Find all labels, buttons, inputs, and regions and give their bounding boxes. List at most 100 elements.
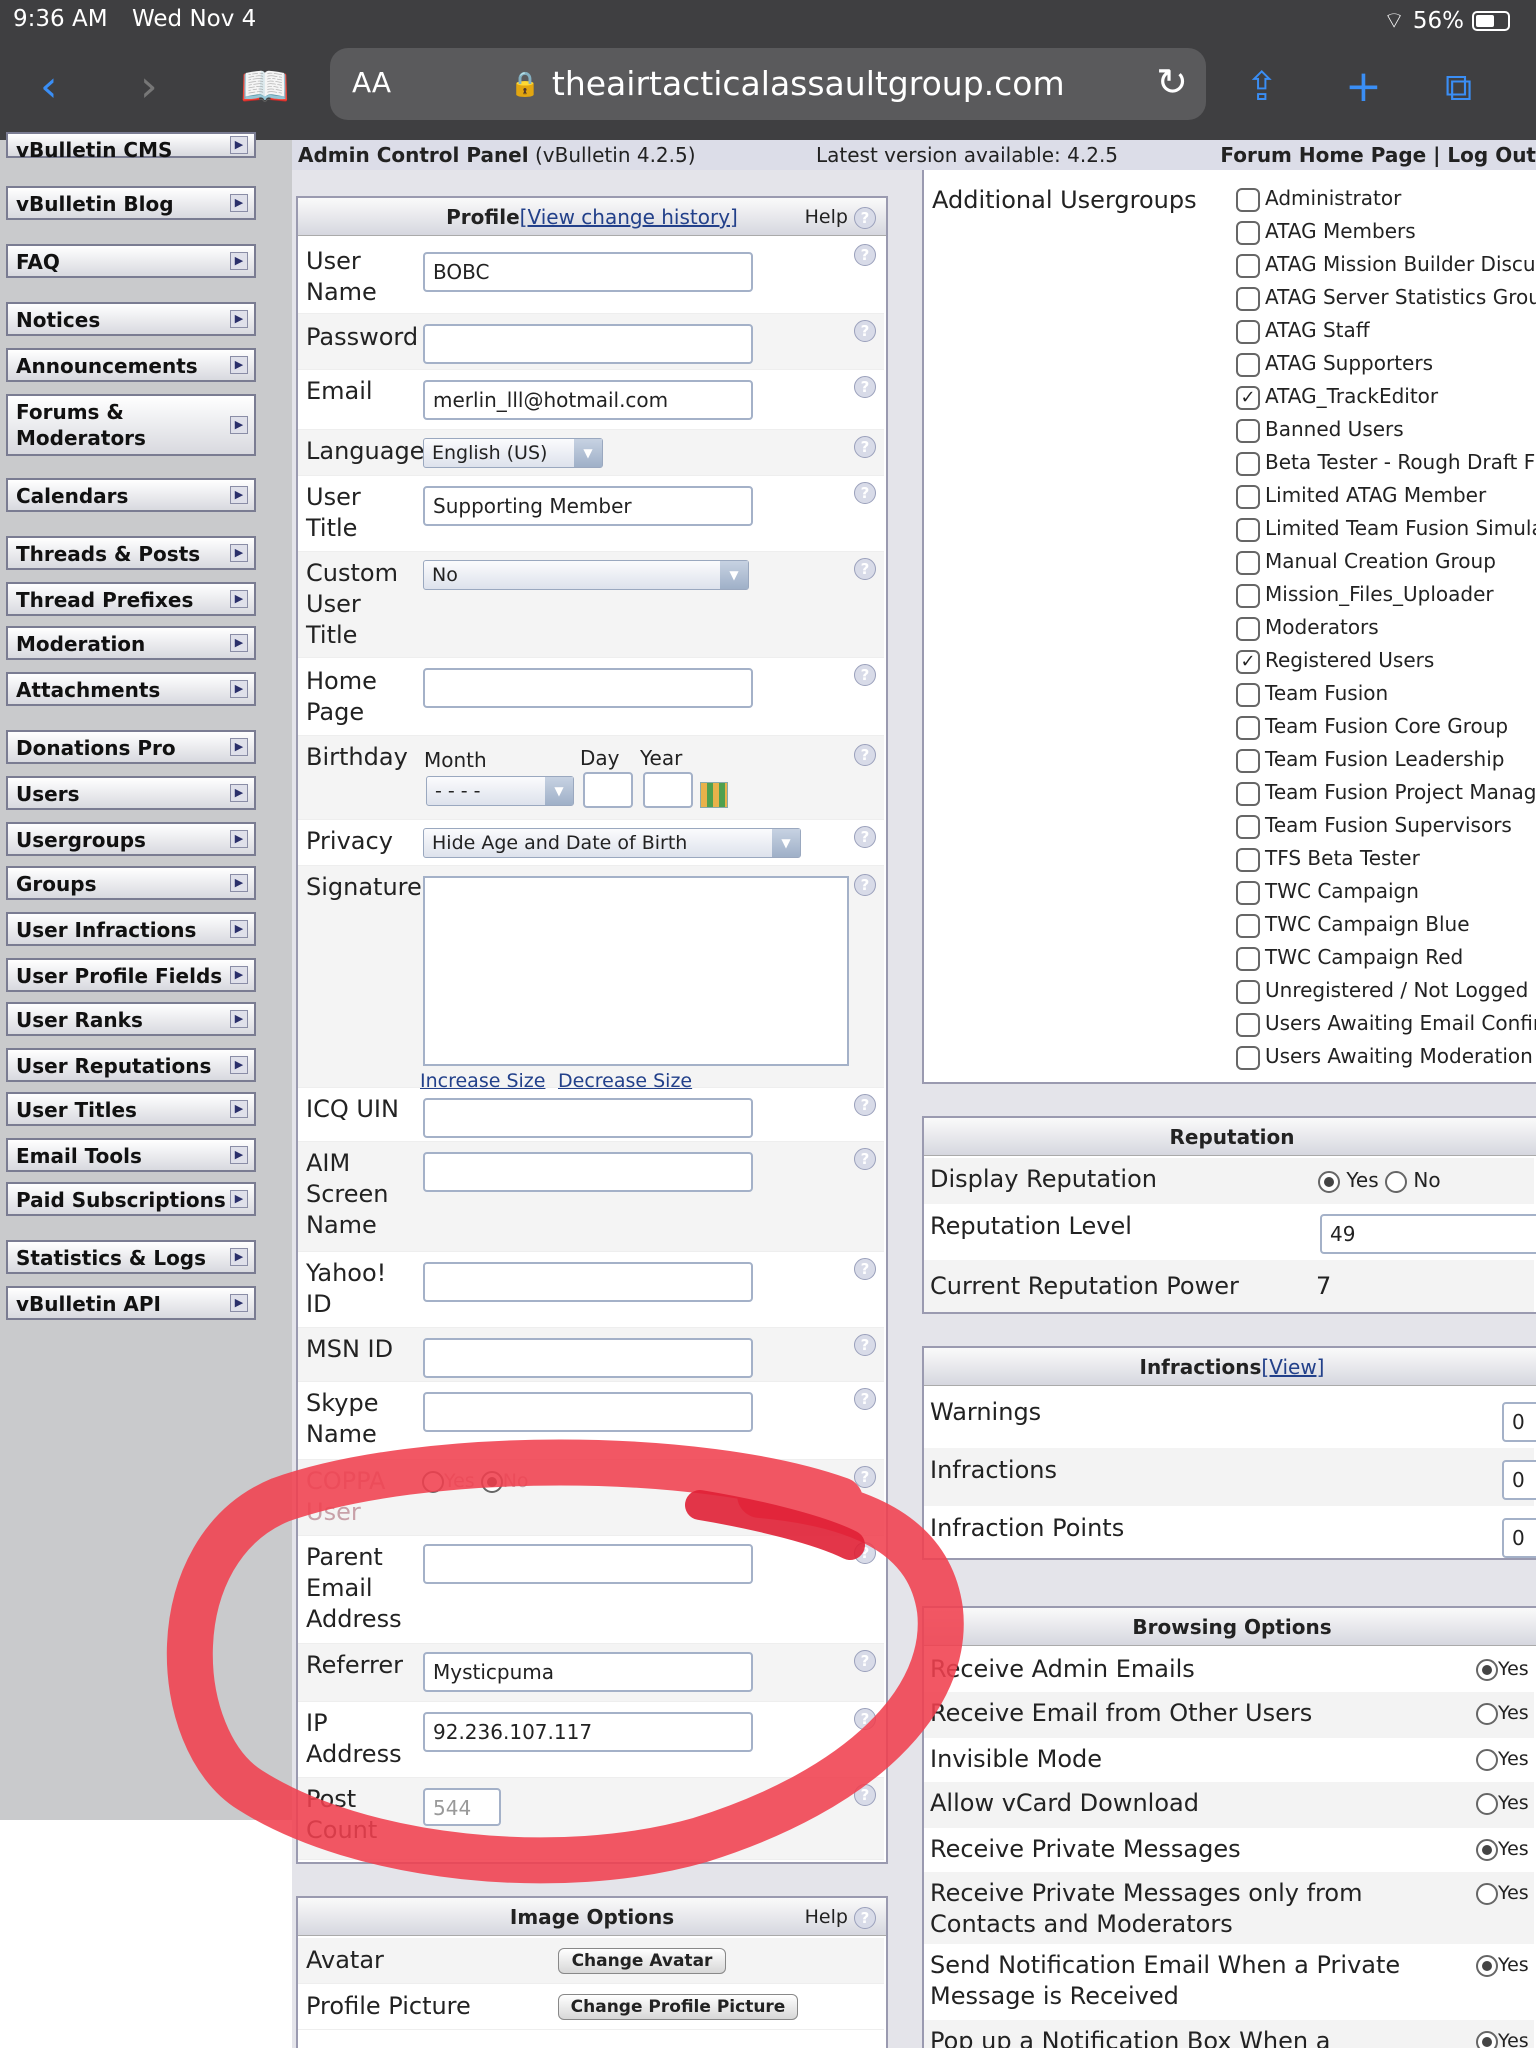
- expand-arrow-icon[interactable]: ▶: [230, 1190, 248, 1208]
- help-icon[interactable]: ?: [854, 244, 876, 266]
- usergroup-checkbox-unregistered-not-logged-i[interactable]: [1236, 980, 1260, 1004]
- usergroup-checkbox-team-fusion-supervisors[interactable]: [1236, 815, 1260, 839]
- input-ip[interactable]: 92.236.107.117: [423, 1712, 753, 1752]
- sidebar-item-user-profile-fields[interactable]: User Profile Fields ▶: [6, 958, 256, 992]
- help-icon[interactable]: ?: [854, 1907, 876, 1929]
- select-privacy[interactable]: Hide Age and Date of Birth ▼: [423, 828, 801, 858]
- help-icon[interactable]: ?: [854, 1784, 876, 1806]
- input-referrer[interactable]: Mysticpuma: [423, 1652, 753, 1692]
- help-icon[interactable]: ?: [854, 1388, 876, 1410]
- sidebar-item-user-infractions[interactable]: User Infractions ▶: [6, 912, 256, 946]
- help-icon[interactable]: ?: [854, 1094, 876, 1116]
- input-password[interactable]: [423, 324, 753, 364]
- help-icon[interactable]: ?: [854, 874, 876, 896]
- sidebar-item-user-reputations[interactable]: User Reputations ▶: [6, 1048, 256, 1082]
- coppa-no-radio[interactable]: [480, 1470, 503, 1493]
- browsing-yes-radio[interactable]: [1476, 2030, 1498, 2048]
- usergroup-checkbox-atag-mission-builder-discus[interactable]: [1236, 254, 1260, 278]
- sidebar-item-notices[interactable]: Notices ▶: [6, 302, 256, 336]
- help-icon[interactable]: ?: [854, 826, 876, 848]
- view-change-history-link[interactable]: [View change history]: [520, 205, 738, 229]
- sidebar-item-statistics-logs[interactable]: Statistics & Logs ▶: [6, 1240, 256, 1274]
- expand-arrow-icon[interactable]: ▶: [230, 784, 248, 802]
- forward-icon[interactable]: ›: [140, 62, 158, 112]
- expand-arrow-icon[interactable]: ▶: [230, 1294, 248, 1312]
- sidebar-item-user-titles[interactable]: User Titles ▶: [6, 1092, 256, 1126]
- sidebar-item-groups[interactable]: Groups ▶: [6, 866, 256, 900]
- usergroup-checkbox-atag-trackeditor[interactable]: ✓: [1236, 386, 1260, 410]
- usergroup-checkbox-beta-tester-rough-draft-f[interactable]: [1236, 452, 1260, 476]
- help-icon[interactable]: ?: [854, 320, 876, 342]
- sidebar-item-vbulletin-blog[interactable]: vBulletin Blog ▶: [6, 186, 256, 220]
- input-msn[interactable]: [423, 1338, 753, 1378]
- help-icon[interactable]: ?: [854, 1258, 876, 1280]
- chevron-down-icon[interactable]: ▼: [720, 561, 748, 589]
- birthday-month-select[interactable]: - - - - ▼: [426, 776, 574, 806]
- usergroup-checkbox-users-awaiting-email-confir[interactable]: [1236, 1013, 1260, 1037]
- image-options-help[interactable]: Help ?: [805, 1898, 876, 1936]
- share-icon[interactable]: ⇪: [1245, 62, 1279, 112]
- sidebar-item-users[interactable]: Users ▶: [6, 776, 256, 810]
- usergroup-checkbox-twc-campaign[interactable]: [1236, 881, 1260, 905]
- expand-arrow-icon[interactable]: ▶: [230, 1248, 248, 1266]
- expand-arrow-icon[interactable]: ▶: [230, 1056, 248, 1074]
- text-size-button[interactable]: AA: [352, 66, 391, 99]
- expand-arrow-icon[interactable]: ▶: [230, 136, 248, 154]
- help-icon[interactable]: ?: [854, 207, 876, 229]
- expand-arrow-icon[interactable]: ▶: [230, 1010, 248, 1028]
- usergroup-checkbox-atag-supporters[interactable]: [1236, 353, 1260, 377]
- display-reputation-no-radio[interactable]: [1385, 1170, 1408, 1193]
- help-icon[interactable]: ?: [854, 1148, 876, 1170]
- input-homepage[interactable]: [423, 668, 753, 708]
- sidebar-item-paid-subscriptions[interactable]: Paid Subscriptions ▶: [6, 1182, 256, 1216]
- input-skype[interactable]: [423, 1392, 753, 1432]
- browsing-yes-radio[interactable]: [1476, 1792, 1498, 1815]
- usergroup-checkbox-moderators[interactable]: [1236, 617, 1260, 641]
- help-icon[interactable]: ?: [854, 1334, 876, 1356]
- input-parent-email[interactable]: [423, 1544, 753, 1584]
- sidebar-item-calendars[interactable]: Calendars ▶: [6, 478, 256, 512]
- usergroup-checkbox-mission-files-uploader[interactable]: [1236, 584, 1260, 608]
- bookmarks-icon[interactable]: 📖: [240, 62, 290, 112]
- expand-arrow-icon[interactable]: ▶: [230, 874, 248, 892]
- usergroup-checkbox-manual-creation-group[interactable]: [1236, 551, 1260, 575]
- sidebar-item-attachments[interactable]: Attachments ▶: [6, 672, 256, 706]
- usergroup-checkbox-team-fusion-project-manag[interactable]: [1236, 782, 1260, 806]
- sidebar-item-donations-pro[interactable]: Donations Pro ▶: [6, 730, 256, 764]
- change-avatar-button[interactable]: Change Avatar: [558, 1948, 726, 1974]
- sidebar-item-vbulletin-api[interactable]: vBulletin API ▶: [6, 1286, 256, 1320]
- expand-arrow-icon[interactable]: ▶: [230, 1100, 248, 1118]
- warnings-input[interactable]: 0: [1502, 1402, 1536, 1442]
- infractions-input[interactable]: 0: [1502, 1460, 1536, 1500]
- sidebar-item-vbulletin-cms[interactable]: vBulletin CMS ▶: [6, 132, 256, 162]
- chevron-down-icon[interactable]: ▼: [574, 439, 602, 467]
- help-icon[interactable]: ?: [854, 1708, 876, 1730]
- sidebar-item-announcements[interactable]: Announcements ▶: [6, 348, 256, 382]
- coppa-yes-radio[interactable]: [422, 1470, 444, 1493]
- usergroup-checkbox-limited-team-fusion-simula[interactable]: [1236, 518, 1260, 542]
- browsing-yes-radio[interactable]: [1476, 1954, 1498, 1977]
- expand-arrow-icon[interactable]: ▶: [230, 680, 248, 698]
- browsing-yes-radio[interactable]: [1476, 1658, 1498, 1681]
- usergroup-checkbox-users-awaiting-moderation[interactable]: [1236, 1046, 1260, 1070]
- sidebar-item-usergroups[interactable]: Usergroups ▶: [6, 822, 256, 856]
- chevron-down-icon[interactable]: ▼: [545, 777, 573, 805]
- change-profile-picture-button[interactable]: Change Profile Picture: [558, 1994, 798, 2020]
- help-icon[interactable]: ?: [854, 376, 876, 398]
- expand-arrow-icon[interactable]: ▶: [230, 544, 248, 562]
- sidebar-item-faq[interactable]: FAQ ▶: [6, 244, 256, 278]
- calendar-icon[interactable]: [700, 782, 728, 808]
- usergroup-checkbox-tfs-beta-tester[interactable]: [1236, 848, 1260, 872]
- url-display[interactable]: 🔒 theairtacticalassaultgroup.com: [510, 64, 1065, 103]
- sidebar-item-threads-posts[interactable]: Threads & Posts ▶: [6, 536, 256, 570]
- browsing-yes-radio[interactable]: [1476, 1838, 1498, 1861]
- select-language[interactable]: English (US) ▼: [423, 438, 603, 468]
- reputation-level-input[interactable]: 49: [1320, 1214, 1536, 1254]
- input-icq[interactable]: [423, 1098, 753, 1138]
- back-icon[interactable]: ‹: [40, 62, 58, 112]
- infractions-view-link[interactable]: [View]: [1261, 1355, 1324, 1379]
- profile-help[interactable]: Help ?: [805, 198, 876, 236]
- help-icon[interactable]: ?: [854, 744, 876, 766]
- input-usertitle[interactable]: Supporting Member: [423, 486, 753, 526]
- usergroup-checkbox-team-fusion-leadership[interactable]: [1236, 749, 1260, 773]
